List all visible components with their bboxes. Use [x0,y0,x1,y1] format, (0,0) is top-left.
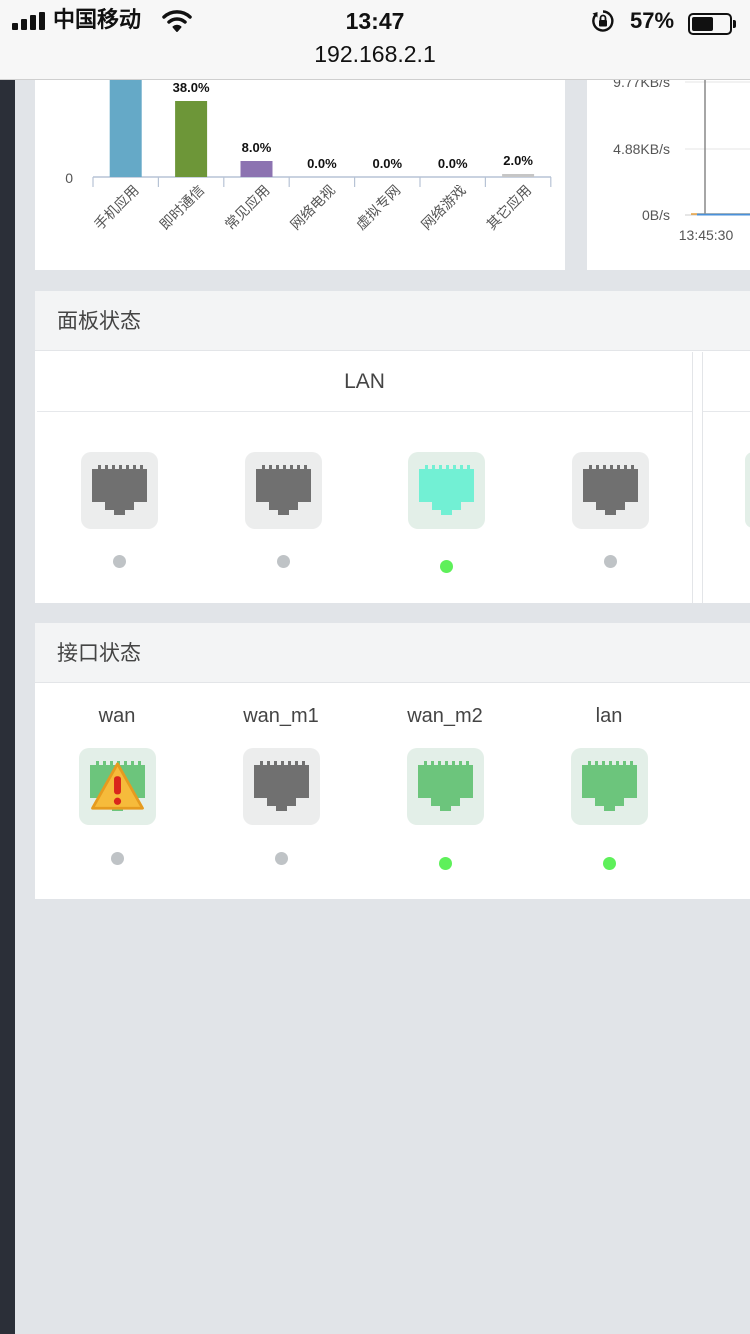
x-category-label: 网络游戏 [419,183,470,234]
interface-status-title: 接口状态 [35,623,750,683]
traffic-rate-chart-card: 9.77KB/s 4.88KB/s 0B/s 13:45:30 [587,60,750,270]
rotation-lock-icon [592,10,614,32]
bar-2 [175,101,208,177]
bar-value-label: 0.0% [307,156,337,171]
y-tick-mid: 4.88KB/s [613,141,670,157]
x-category-label: 常见应用 [222,182,274,234]
link-status-dot [275,852,288,865]
status-bar: 中国移动 13:47 57% 192.168.2.1 [0,0,750,80]
traffic-rate-line-chart: 9.77KB/s 4.88KB/s 0B/s 13:45:30 [613,74,750,243]
ethernet-port-icon [582,761,637,811]
interface-port-wan_m1[interactable] [243,748,320,825]
lan-port-4[interactable] [572,452,649,529]
bar-3 [240,161,273,177]
lan-port-group: LAN [37,352,693,603]
ethernet-port-icon [583,465,638,515]
x-category-label: 即时通信 [157,183,208,234]
app-traffic-chart-card: 50 0 手机应用38.0%即时通信8.0%常见应用0.0%网络电视0.0%虚拟… [35,60,565,270]
battery-icon [688,13,736,35]
interface-status-card: 接口状态 wan wan_m1 wan_m2 lan [35,623,750,899]
interface-name: wan_m1 [243,705,319,727]
interface-port-lan[interactable] [571,748,648,825]
bar-value-label: 8.0% [242,140,272,155]
link-status-dot [439,857,452,870]
address-bar-url[interactable]: 192.168.2.1 [0,40,750,68]
ethernet-port-icon [419,465,474,515]
ethernet-port-icon [256,465,311,515]
interface-name: wan [98,705,136,727]
ethernet-port-icon [745,452,750,528]
panel-status-title: 面板状态 [35,291,750,351]
x-category-label: 虚拟专网 [353,183,404,234]
x-category-label: 手机应用 [91,182,143,234]
link-status-dot [603,857,616,870]
port-group-partial [702,352,750,603]
interface-name: wan_m2 [407,705,483,727]
link-status-dot [277,555,290,568]
interface-name: lan [595,705,623,727]
ethernet-port-icon [92,465,147,515]
app-traffic-bar-chart: 50 0 手机应用38.0%即时通信8.0%常见应用0.0%网络电视0.0%虚拟… [49,60,552,234]
y-tick-zero: 0 [65,170,73,186]
lan-group-label: LAN [37,352,692,412]
bar-7 [502,174,535,177]
x-tick-time: 13:45:30 [679,227,734,243]
sidebar-edge [0,80,15,1334]
lan-port-1[interactable] [81,452,158,529]
warning-icon [91,762,144,810]
interface-port-wan_m2[interactable] [407,748,484,825]
x-category-label: 网络电视 [288,183,339,234]
panel-status-card: 面板状态 LAN [35,291,750,603]
link-status-dot [113,555,126,568]
battery-percentage: 57% [630,8,675,33]
link-status-dot [604,555,617,568]
x-category-label: 其它应用 [483,182,535,234]
ethernet-port-icon [254,761,309,811]
lan-port-3[interactable] [408,452,485,529]
link-status-dot [111,852,124,865]
bar-value-label: 38.0% [173,80,210,95]
interface-port-wan[interactable] [79,748,156,825]
bar-value-label: 0.0% [438,156,468,171]
link-status-dot [440,560,453,573]
ethernet-port-icon [418,761,473,811]
lan-port-2[interactable] [245,452,322,529]
bar-value-label: 2.0% [503,153,533,168]
bar-value-label: 0.0% [372,156,402,171]
y-tick-zero: 0B/s [642,207,670,223]
